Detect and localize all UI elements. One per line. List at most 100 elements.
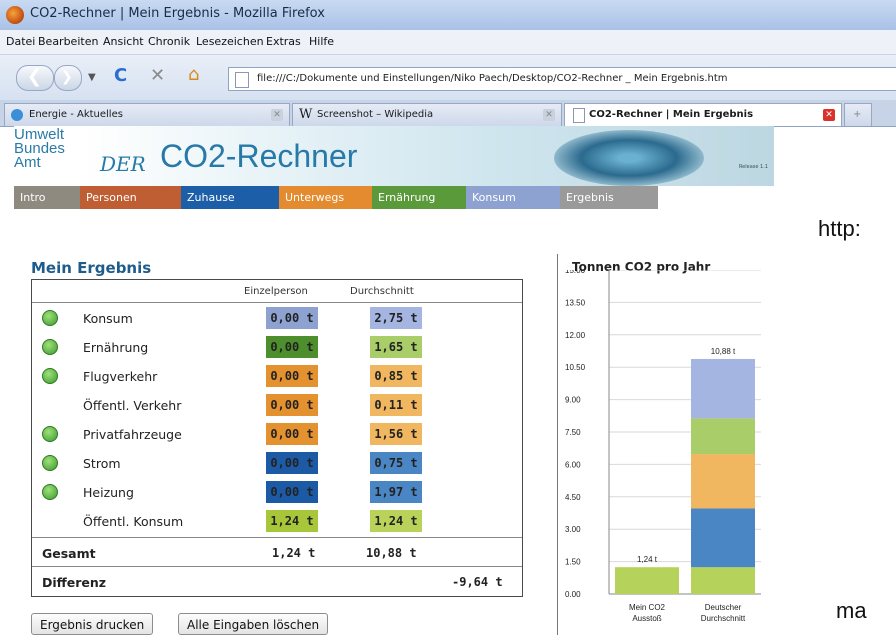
category-label: Konsum (83, 311, 133, 326)
tab-wikipedia[interactable]: W Screenshot – Wikipedia ✕ (292, 103, 562, 126)
bar-value-label: 1,24 t (637, 555, 658, 564)
tab-bar: Energie - Aktuelles ✕ W Screenshot – Wik… (0, 100, 896, 127)
menu-bearbeiten[interactable]: Bearbeiten (38, 35, 98, 48)
tab-label: Screenshot – Wikipedia (317, 109, 434, 120)
section-ergebnis[interactable]: Ergebnis (560, 186, 658, 209)
section-konsum[interactable]: Konsum (466, 186, 560, 209)
menu-bar: Datei Bearbeiten Ansicht Chronik Lesezei… (0, 30, 896, 55)
bar-segment (691, 358, 755, 419)
result-row: Heizung 0,00 t 1,97 t (32, 478, 522, 507)
co2-stacked-bar-chart: 0.00 1.50 3.00 4.50 6.00 7.50 9.00 10.50 12.00 13… (565, 270, 761, 623)
menu-extras[interactable]: Extras (266, 35, 301, 48)
globe-icon (11, 109, 23, 121)
person-value: 0,00 t (266, 452, 318, 474)
home-icon[interactable]: ⌂ (188, 66, 199, 84)
page-icon (573, 108, 585, 123)
average-value: 1,97 t (370, 481, 422, 503)
result-title: Mein Ergebnis (31, 259, 152, 277)
y-tick-label: 6.00 (565, 460, 581, 469)
menu-lesezeichen[interactable]: Lesezeichen (196, 35, 264, 48)
x-category-label: Mein CO2 (629, 603, 666, 612)
result-row: Flugverkehr 0,00 t 0,85 t (32, 362, 522, 391)
y-tick-label: 4.50 (565, 493, 581, 502)
average-value: 2,75 t (370, 307, 422, 329)
print-result-button[interactable]: Ergebnis drucken (31, 613, 154, 635)
category-label: Flugverkehr (83, 369, 158, 384)
tab-co2-rechner[interactable]: CO2-Rechner | Mein Ergebnis ✕ (564, 103, 842, 126)
tab-close-icon[interactable]: ✕ (823, 109, 835, 121)
tab-label: CO2-Rechner | Mein Ergebnis (589, 109, 754, 120)
total-row: Gesamt 1,24 t 10,88 t (32, 539, 522, 567)
y-tick-label: 10.50 (565, 363, 586, 372)
release-text: Release 1.1 (738, 164, 768, 170)
header-divider (32, 302, 522, 303)
category-label: Strom (83, 456, 121, 471)
bar-segment (691, 454, 755, 509)
menu-datei[interactable]: Datei (6, 35, 35, 48)
section-ernaehrung[interactable]: Ernährung (372, 186, 466, 209)
menu-chronik[interactable]: Chronik (148, 35, 190, 48)
new-tab-button[interactable]: + (844, 103, 872, 126)
forward-button[interactable]: ❯ (54, 65, 82, 91)
side-text-top: http: (818, 216, 861, 241)
category-label: Öffentl. Konsum (83, 514, 184, 529)
smiley-icon (42, 310, 58, 326)
tab-energie[interactable]: Energie - Aktuelles ✕ (4, 103, 290, 126)
firefox-logo-icon (6, 6, 24, 24)
section-personen[interactable]: Personen (80, 186, 181, 209)
bar-segment (691, 508, 755, 568)
average-value: 1,24 t (370, 510, 422, 532)
bar-segment (691, 418, 755, 455)
history-dropdown-icon[interactable]: ▼ (88, 69, 96, 87)
smiley-icon (42, 484, 58, 500)
average-value: 0,75 t (370, 452, 422, 474)
x-category-label: Ausstoß (632, 614, 661, 623)
y-tick-label: 3.00 (565, 525, 581, 534)
url-bar[interactable]: file:///C:/Dokumente und Einstellungen/N… (228, 67, 896, 91)
y-tick-label: 0.00 (565, 590, 581, 599)
banner-der: DER (100, 152, 146, 176)
result-row: Öffentl. Verkehr 0,00 t 0,11 t (32, 391, 522, 420)
y-tick-label: 9.00 (565, 396, 581, 405)
plus-icon: + (853, 109, 862, 120)
window-title: CO2-Rechner | Mein Ergebnis - Mozilla Fi… (30, 6, 325, 21)
menu-hilfe[interactable]: Hilfe (309, 35, 334, 48)
difference-divider (32, 566, 522, 567)
tab-close-icon[interactable]: ✕ (271, 109, 283, 121)
person-value: 0,00 t (266, 423, 318, 445)
menu-ansicht[interactable]: Ansicht (103, 35, 144, 48)
y-tick-label: 7.50 (565, 428, 581, 437)
person-value: 0,00 t (266, 365, 318, 387)
side-text-bottom: ma (836, 598, 867, 623)
total-person: 1,24 t (272, 546, 316, 560)
person-value: 0,00 t (266, 394, 318, 416)
total-label: Gesamt (42, 546, 96, 561)
section-zuhause[interactable]: Zuhause (181, 186, 279, 209)
y-tick-label: 15.00 (565, 270, 586, 275)
total-average: 10,88 t (366, 546, 417, 560)
average-value: 1,56 t (370, 423, 422, 445)
result-table: Einzelperson Durchschnitt Konsum 0,00 t 2,… (31, 279, 523, 597)
category-label: Heizung (83, 485, 134, 500)
average-value: 1,65 t (370, 336, 422, 358)
person-value: 0,00 t (266, 481, 318, 503)
section-navigation: Intro Personen Zuhause Unterwegs Ernähru… (14, 186, 774, 209)
smiley-icon (42, 426, 58, 442)
section-intro[interactable]: Intro (14, 186, 80, 209)
umweltbundesamt-logo[interactable]: Umwelt Bundes Amt (14, 127, 65, 170)
result-row: Ernährung 0,00 t 1,65 t (32, 333, 522, 362)
difference-value: -9,64 t (452, 575, 503, 589)
clear-inputs-button[interactable]: Alle Eingaben löschen (178, 613, 329, 635)
x-category-label: Deutscher (705, 603, 742, 612)
section-unterwegs[interactable]: Unterwegs (279, 186, 372, 209)
back-arrow-icon: ❮ (27, 66, 43, 87)
back-button[interactable]: ❮ (16, 65, 54, 91)
column-header-average: Durchschnitt (350, 286, 414, 297)
person-value: 0,00 t (266, 336, 318, 358)
tab-close-icon[interactable]: ✕ (543, 109, 555, 121)
reload-icon[interactable]: C (114, 67, 127, 85)
stop-icon[interactable]: ✕ (150, 67, 165, 85)
url-text: file:///C:/Dokumente und Einstellungen/N… (257, 73, 728, 84)
x-category-label: Durchschnitt (701, 614, 746, 623)
y-tick-label: 1.50 (565, 558, 581, 567)
